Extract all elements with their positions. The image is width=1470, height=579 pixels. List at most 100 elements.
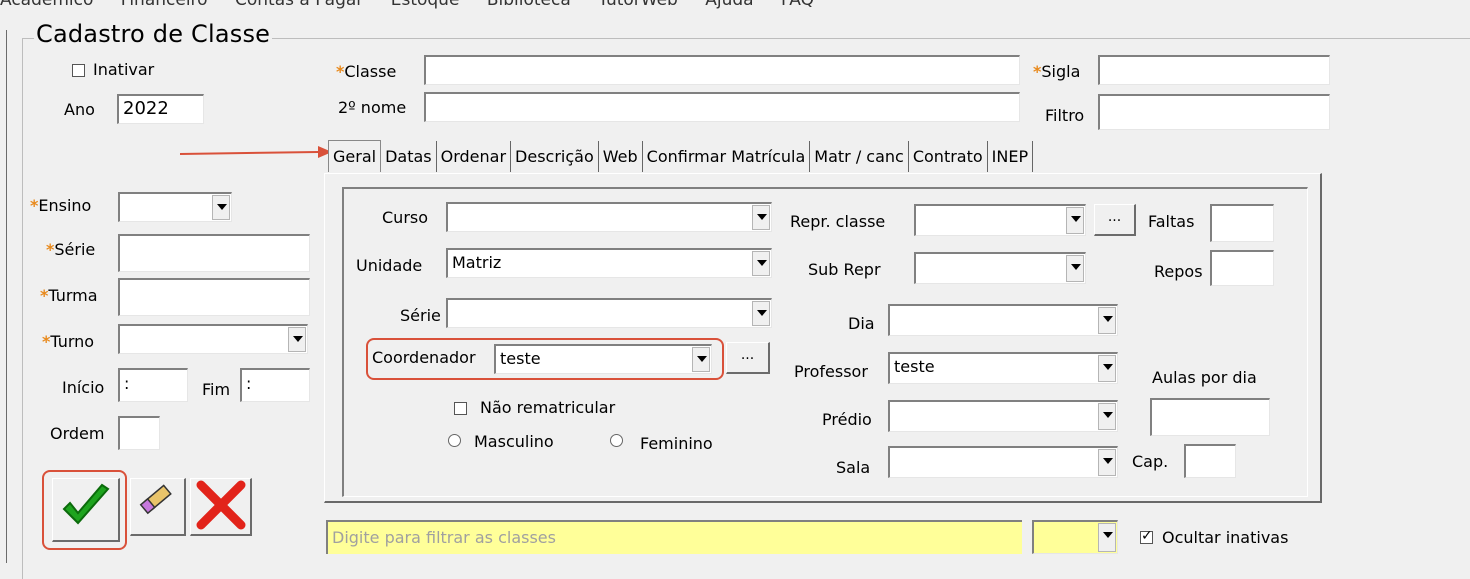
predio-label: Prédio [822, 410, 872, 429]
professor-label: Professor [794, 362, 868, 381]
professor-select[interactable]: teste [888, 352, 1118, 384]
sala-label: Sala [836, 458, 871, 477]
repr-classe-lookup-button[interactable]: ... [1094, 204, 1136, 236]
filtro-label: Filtro [1045, 106, 1085, 125]
eraser-icon [139, 484, 172, 515]
inicio-label: Início [62, 378, 105, 397]
sigla-label: *Sigla [1033, 62, 1081, 81]
inativar-label: Inativar [93, 60, 155, 79]
unidade-label: Unidade [356, 256, 423, 275]
fim-label: Fim [202, 380, 231, 399]
chevron-down-icon[interactable] [1066, 207, 1084, 234]
turno-select[interactable] [118, 324, 308, 354]
chevron-down-icon[interactable] [692, 347, 710, 372]
sub-repr-select[interactable] [914, 252, 1086, 284]
turma-input[interactable] [118, 278, 310, 316]
chevron-down-icon[interactable] [1066, 255, 1084, 282]
classes-filter-select[interactable] [1032, 520, 1118, 554]
classes-filter-input[interactable]: Digite para filtrar as classes [326, 520, 1022, 554]
tab-datas[interactable]: Datas [381, 141, 437, 172]
feminino-label: Feminino [640, 434, 713, 453]
tab-inep[interactable]: INEP [988, 141, 1034, 172]
cap-input[interactable] [1184, 444, 1236, 478]
sala-select[interactable] [888, 446, 1118, 478]
ordem-input[interactable] [118, 416, 160, 450]
aulas-por-dia-input[interactable] [1150, 398, 1270, 436]
serie-geral-label: Série [400, 306, 441, 325]
segundo-nome-label: 2º nome [338, 98, 407, 117]
delete-button[interactable] [190, 478, 252, 536]
chevron-down-icon[interactable] [752, 251, 770, 276]
coordenador-select[interactable]: teste [494, 344, 712, 374]
dia-label: Dia [848, 314, 875, 333]
repr-classe-select[interactable] [914, 204, 1086, 236]
segundo-nome-input[interactable] [424, 92, 1020, 122]
tab-contrato[interactable]: Contrato [909, 141, 988, 172]
close-icon [196, 480, 245, 530]
nao-rematricular-checkbox[interactable] [454, 402, 467, 415]
menu-financeiro[interactable]: Financeiro [121, 0, 208, 10]
clear-button[interactable] [130, 478, 186, 536]
unidade-select[interactable]: Matriz [446, 248, 772, 278]
ensino-label: *Ensino [30, 196, 92, 215]
professor-value: teste [894, 357, 935, 376]
predio-select[interactable] [888, 400, 1118, 432]
ordem-label: Ordem [50, 424, 105, 443]
fim-value: : [246, 374, 252, 393]
chevron-down-icon[interactable] [1098, 403, 1116, 430]
menu-faq[interactable]: FAQ [781, 0, 814, 10]
chevron-down-icon[interactable] [1098, 449, 1116, 476]
menu-biblioteca[interactable]: Biblioteca [487, 0, 571, 10]
fim-input[interactable]: : [240, 368, 310, 402]
feminino-radio[interactable] [610, 434, 623, 447]
serie-geral-select[interactable] [446, 298, 772, 328]
save-button[interactable] [52, 478, 120, 542]
ensino-select[interactable] [118, 192, 232, 222]
chevron-down-icon[interactable] [1098, 355, 1116, 382]
sigla-input[interactable] [1098, 55, 1330, 85]
coordenador-lookup-button[interactable]: ... [726, 342, 770, 374]
faltas-label: Faltas [1148, 212, 1195, 231]
tab-confirmar-matricula[interactable]: Confirmar Matrícula [643, 141, 811, 172]
tab-matr-canc[interactable]: Matr / canc [810, 141, 909, 172]
chevron-down-icon[interactable] [1098, 523, 1116, 552]
repos-input[interactable] [1210, 250, 1274, 286]
ano-input[interactable]: 2022 [117, 94, 204, 124]
coordenador-label: Coordenador [372, 348, 476, 367]
inativar-checkbox[interactable] [72, 64, 85, 77]
chevron-down-icon[interactable] [1098, 307, 1116, 334]
masculino-label: Masculino [474, 432, 554, 451]
sub-repr-label: Sub Repr [808, 260, 881, 279]
checkmark-icon [62, 483, 110, 525]
filtro-input[interactable] [1098, 94, 1330, 130]
serie-input[interactable] [118, 234, 310, 272]
cap-label: Cap. [1132, 452, 1169, 471]
turno-label: *Turno [42, 332, 95, 351]
tab-geral[interactable]: Geral [328, 140, 382, 172]
menu-tutorweb[interactable]: TutorWeb [598, 0, 678, 10]
tab-ordenar[interactable]: Ordenar [437, 141, 512, 172]
dia-select[interactable] [888, 304, 1118, 336]
curso-select[interactable] [446, 202, 772, 232]
menu-ajuda[interactable]: Ajuda [705, 0, 753, 10]
menu-academico[interactable]: Acadêmico [0, 0, 93, 10]
menu-estoque[interactable]: Estoque [391, 0, 460, 10]
inicio-input[interactable]: : [118, 368, 188, 402]
curso-label: Curso [382, 208, 429, 227]
faltas-input[interactable] [1210, 204, 1274, 242]
ocultar-inativas-checkbox[interactable] [1140, 528, 1153, 544]
form-title: Cadastro de Classe [34, 20, 273, 48]
left-window-edge [0, 30, 7, 563]
repr-classe-label: Repr. classe [790, 212, 886, 231]
tab-descricao[interactable]: Descrição [511, 141, 599, 172]
chevron-down-icon[interactable] [752, 205, 770, 230]
chevron-down-icon[interactable] [752, 301, 770, 326]
menu-contas-a-pagar[interactable]: Contas a Pagar [235, 0, 363, 10]
classe-input[interactable] [424, 55, 1020, 85]
masculino-radio[interactable] [448, 434, 461, 447]
repos-label: Repos [1154, 262, 1203, 281]
chevron-down-icon[interactable] [212, 195, 230, 220]
ano-label: Ano [64, 100, 95, 119]
tab-web[interactable]: Web [599, 141, 643, 172]
chevron-down-icon[interactable] [288, 327, 306, 352]
